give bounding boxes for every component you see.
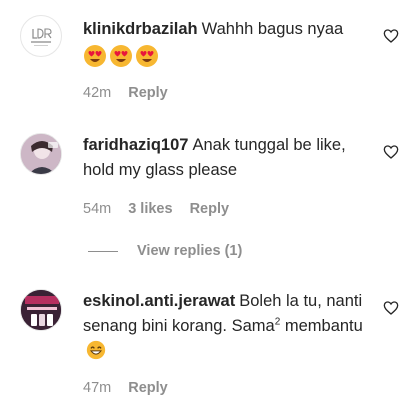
comment-body: faridhaziq107 Anak tunggal be like, hold … [83,133,373,183]
avatar[interactable] [20,15,62,57]
heart-eyes-emoji-icon [136,45,158,67]
emoji-row [83,44,373,68]
comment-text: eskinol.anti.jerawat Boleh la tu, nanti s… [83,289,373,364]
heart-outline-icon[interactable] [383,28,399,44]
clinic-logo [22,17,60,55]
comment-username[interactable]: faridhaziq107 [83,136,188,154]
user-photo [21,134,61,174]
likes-count[interactable]: 3 likes [128,201,172,217]
reply-button[interactable]: Reply [128,380,168,396]
grinning-emoji-icon [86,340,106,360]
comment-time[interactable]: 47m [83,380,111,396]
heart-outline-icon[interactable] [383,300,399,316]
comment-meta: 42m Reply [83,85,168,101]
view-replies-button[interactable]: View replies (1) [88,243,242,259]
comment-body: eskinol.anti.jerawat Boleh la tu, nanti s… [83,289,373,364]
comment-content-cont: membantu [280,317,363,335]
avatar[interactable] [20,133,62,175]
heart-eyes-emoji-icon [84,45,106,67]
comment-username[interactable]: eskinol.anti.jerawat [83,292,235,310]
comment-time[interactable]: 42m [83,85,111,101]
comment-meta: 54m 3 likes Reply [83,201,229,217]
comment-time[interactable]: 54m [83,201,111,217]
heart-eyes-emoji-icon [110,45,132,67]
brand-photo [21,290,61,330]
reply-button[interactable]: Reply [190,201,230,217]
avatar[interactable] [20,289,62,331]
comment-text: faridhaziq107 Anak tunggal be like, hold … [83,133,373,183]
comment-content: Wahhh bagus nyaa [201,20,344,38]
comment-meta: 47m Reply [83,380,168,396]
comment-username[interactable]: klinikdrbazilah [83,20,198,38]
reply-button[interactable]: Reply [128,85,168,101]
comment-text: klinikdrbazilah Wahhh bagus nyaa [83,17,373,42]
divider-line [88,250,118,252]
comment-body: klinikdrbazilah Wahhh bagus nyaa [83,17,373,68]
heart-outline-icon[interactable] [383,144,399,160]
view-replies-label: View replies (1) [137,243,243,259]
